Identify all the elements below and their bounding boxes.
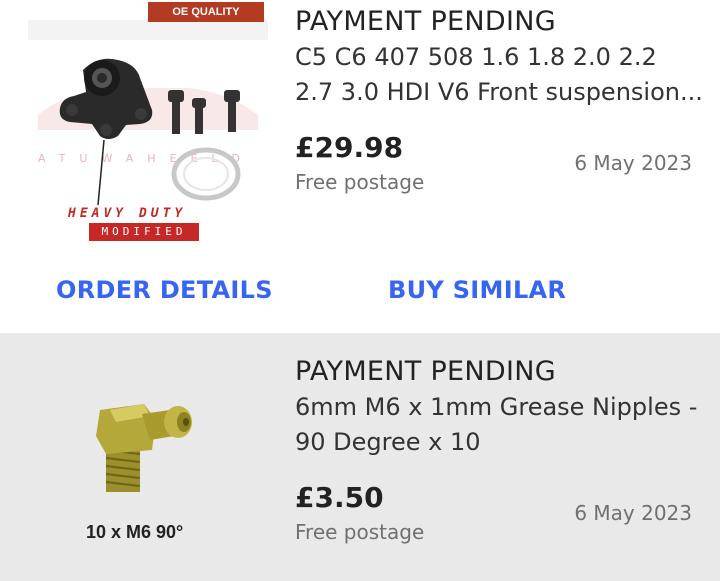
buy-similar-button[interactable]: BUY SIMILAR (388, 276, 566, 304)
modified-label: MODIFIED (89, 223, 199, 241)
order-card-1[interactable]: ATUWAHEELD OE QUALITY HEAVY DUTY MODIFIE… (0, 0, 720, 333)
order-date: 6 May 2023 (574, 151, 692, 175)
order-details-button[interactable]: ORDER DETAILS (56, 276, 273, 304)
product-price: £3.50 (295, 481, 384, 514)
product-image-ball-joint[interactable]: ATUWAHEELD OE QUALITY HEAVY DUTY MODIFIE… (28, 0, 268, 245)
order-date: 6 May 2023 (574, 501, 692, 525)
product-title-line-1: 6mm M6 x 1mm Grease Nipples - (295, 393, 698, 421)
image-caption: 10 x M6 90° (86, 522, 184, 542)
oe-quality-badge: OE QUALITY (148, 2, 264, 22)
product-title[interactable]: C5 C6 407 508 1.6 1.8 2.0 2.2 2.7 3.0 HD… (295, 40, 705, 110)
postage-info: Free postage (295, 170, 425, 194)
product-title-line-2: 90 Degree x 10 (295, 428, 481, 456)
product-price: £29.98 (295, 131, 404, 164)
grease-nipple-illustration (96, 404, 192, 492)
product-title-line-1: C5 C6 407 508 1.6 1.8 2.0 2.2 (295, 43, 657, 71)
heavy-duty-label: HEAVY DUTY (68, 206, 187, 221)
product-title[interactable]: 6mm M6 x 1mm Grease Nipples - 90 Degree … (295, 390, 705, 460)
order-status: PAYMENT PENDING (295, 6, 556, 37)
product-title-line-2: 2.7 3.0 HDI V6 Front suspension... (295, 78, 703, 106)
product-image-grease-nipple[interactable]: 10 x M6 90° (70, 380, 210, 550)
postage-info: Free postage (295, 520, 425, 544)
order-status: PAYMENT PENDING (295, 356, 556, 387)
